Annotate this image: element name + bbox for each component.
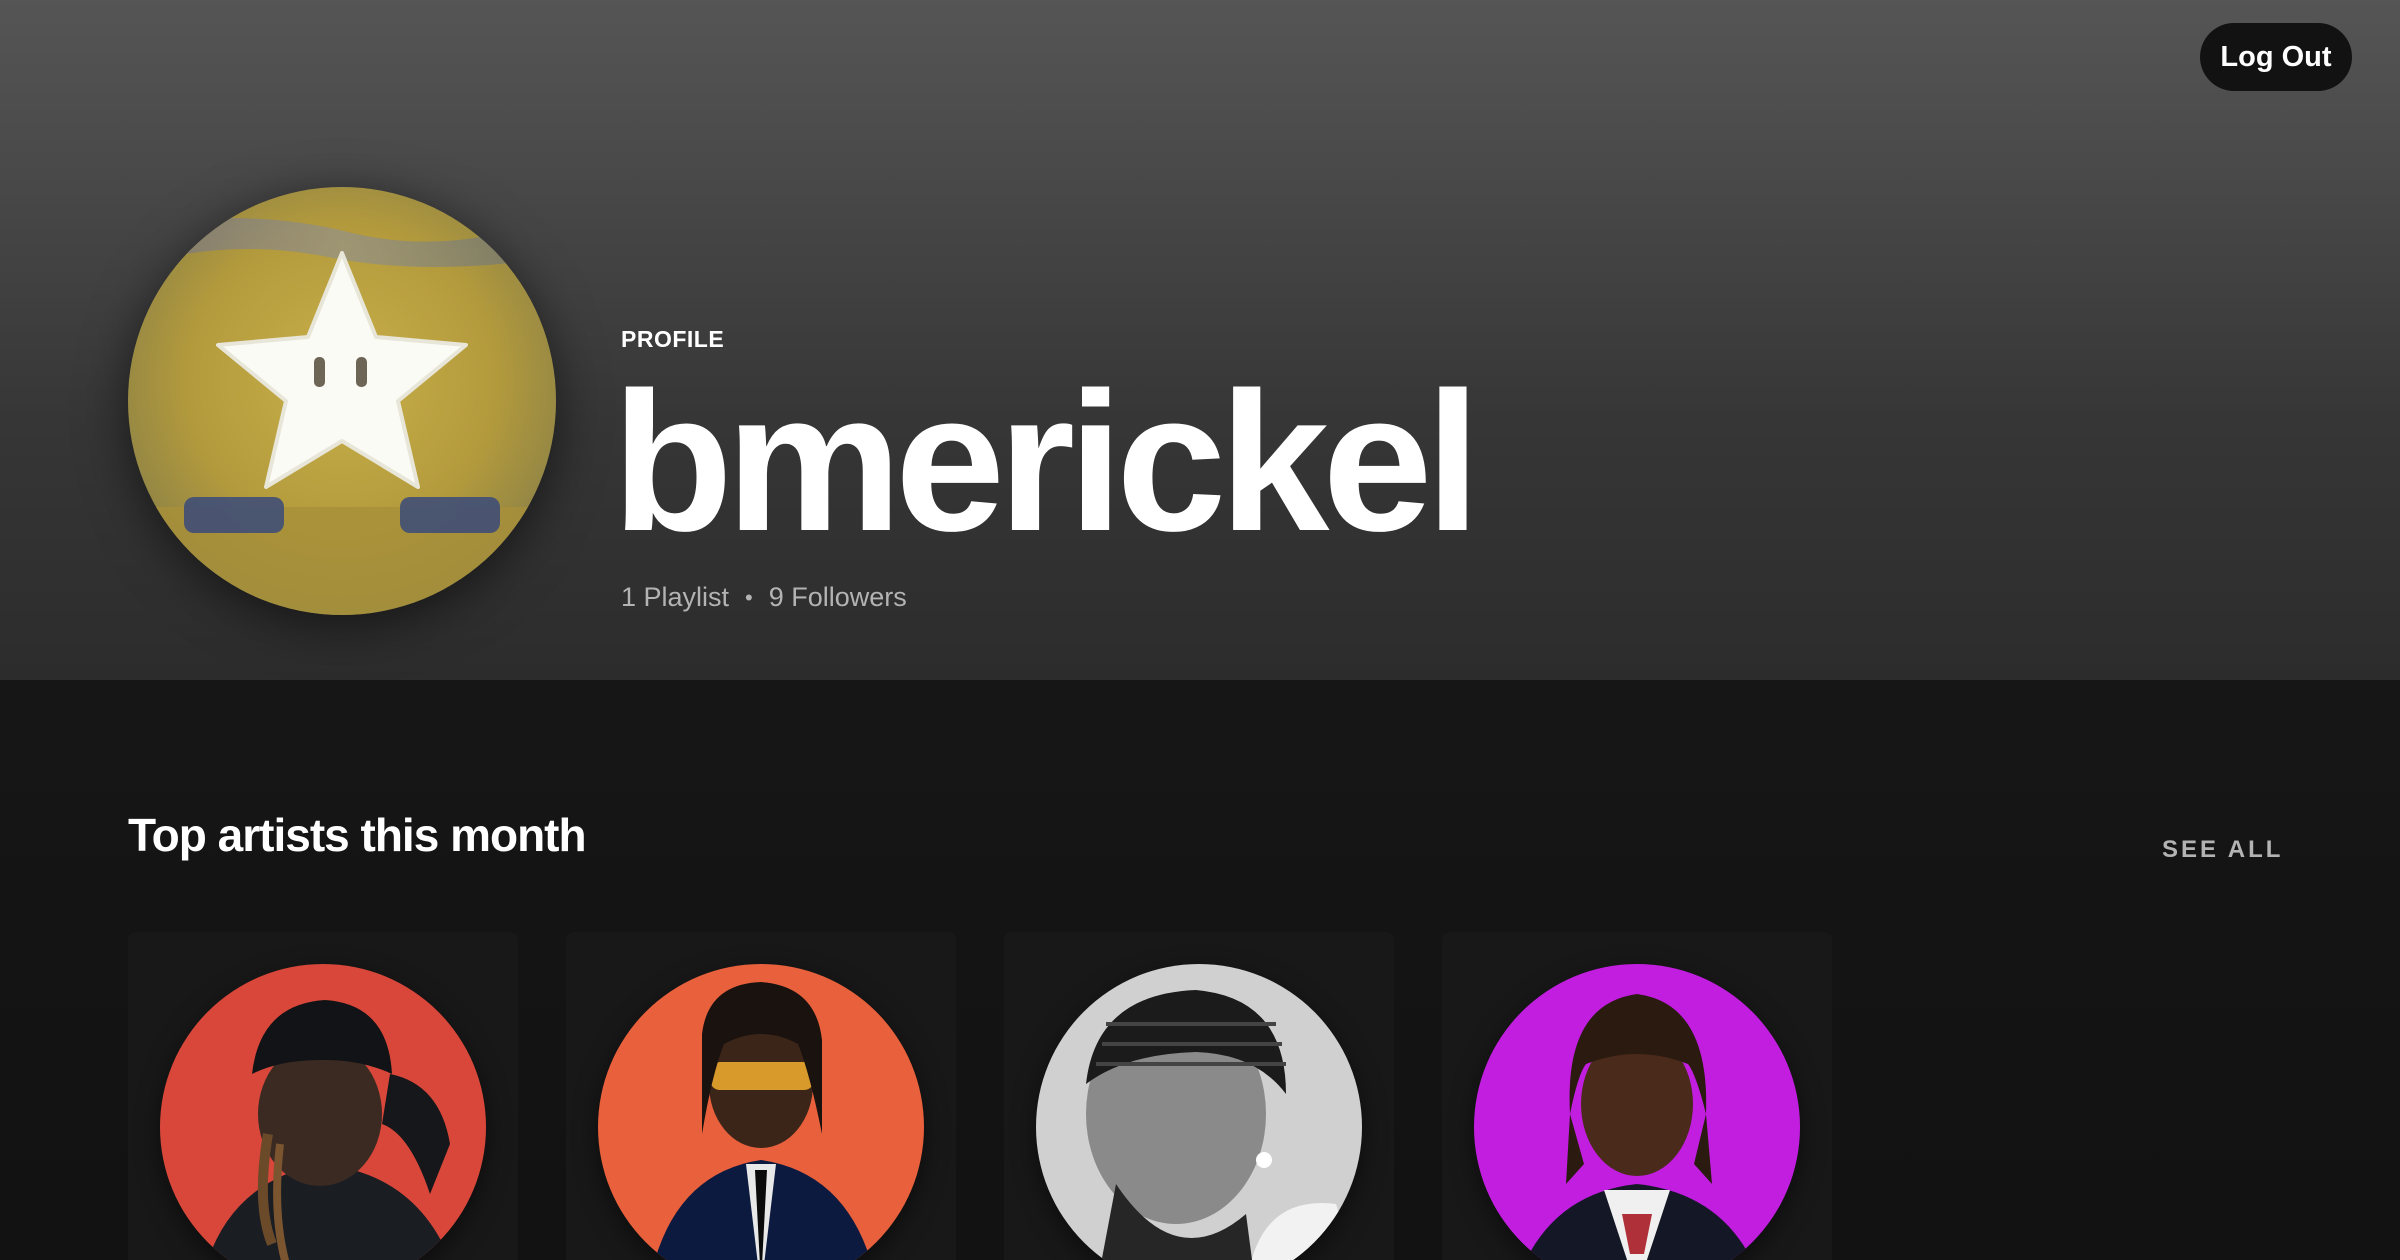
profile-username: bmerickel: [612, 351, 1481, 572]
see-all-link[interactable]: SEE ALL: [2162, 836, 2283, 864]
artist-photo-icon: [1036, 964, 1362, 1260]
artist-card[interactable]: [128, 932, 518, 1260]
artist-card[interactable]: [1004, 932, 1394, 1260]
profile-stats: 1 Playlist • 9 Followers: [621, 582, 907, 613]
profile-avatar: [128, 187, 556, 615]
profile-type-label: PROFILE: [621, 326, 725, 352]
artist-image: [1474, 964, 1800, 1260]
artist-image: [1036, 964, 1362, 1260]
artist-card[interactable]: [566, 932, 956, 1260]
artist-photo-icon: [598, 964, 924, 1260]
stats-separator: •: [745, 584, 753, 610]
artist-photo-icon: [1474, 964, 1800, 1260]
star-avatar-image: [128, 187, 556, 615]
playlists-count-link[interactable]: 1 Playlist: [621, 582, 729, 613]
profile-header: Log Out PROFILE bmerickel 1 Playlist • 9…: [0, 0, 2400, 680]
profile-page: Log Out PROFILE bmerickel 1 Playlist • 9…: [0, 0, 2400, 1260]
artist-photo-icon: [160, 964, 486, 1260]
artist-image: [598, 964, 924, 1260]
followers-count-link[interactable]: 9 Followers: [769, 582, 907, 613]
artist-card[interactable]: [1442, 932, 1832, 1260]
artist-image: [160, 964, 486, 1260]
top-artists-title[interactable]: Top artists this month: [128, 808, 587, 862]
logout-button[interactable]: Log Out: [2200, 23, 2352, 91]
